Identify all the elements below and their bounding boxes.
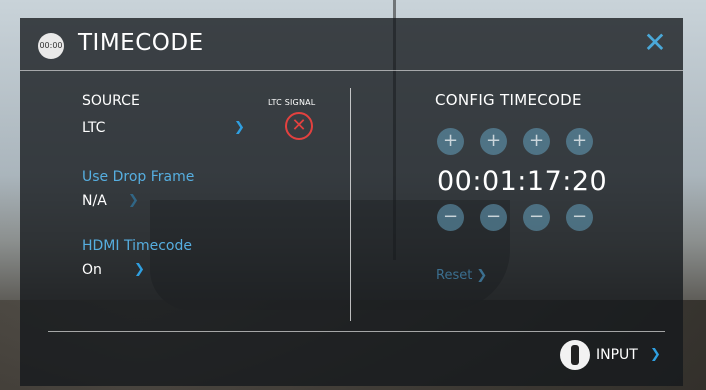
chevron-right-icon: ❯ xyxy=(476,268,488,283)
chevron-right-icon: ❯ xyxy=(650,347,661,362)
ltc-signal-label: LTC SIGNAL xyxy=(268,98,316,107)
reset-button[interactable]: Reset ❯ xyxy=(436,268,487,283)
title-bar: 00:00 TIMECODE ✕ xyxy=(20,18,683,71)
source-label: SOURCE xyxy=(82,93,140,109)
minutes-increment-button[interactable]: + xyxy=(480,128,507,155)
bnc-connector-icon xyxy=(560,340,590,370)
source-value[interactable]: LTC xyxy=(82,120,105,136)
chevron-right-icon[interactable]: ❯ xyxy=(134,262,145,277)
hours-decrement-button[interactable]: − xyxy=(437,204,464,231)
frames-increment-button[interactable]: + xyxy=(566,128,593,155)
hdmi-timecode-label: HDMI Timecode xyxy=(82,238,192,254)
drop-frame-value: N/A xyxy=(82,193,107,209)
timecode-panel: 00:00 TIMECODE ✕ SOURCE LTC ❯ LTC SIGNAL… xyxy=(20,18,683,386)
chevron-right-icon: ❯ xyxy=(128,193,139,208)
drop-frame-label: Use Drop Frame xyxy=(82,169,195,185)
close-icon[interactable]: ✕ xyxy=(642,29,668,57)
hours-increment-button[interactable]: + xyxy=(437,128,464,155)
timecode-display: 00:01:17:20 xyxy=(437,166,608,197)
seconds-decrement-button[interactable]: − xyxy=(523,204,550,231)
input-label: INPUT xyxy=(596,347,638,363)
timecode-icon: 00:00 xyxy=(38,33,64,59)
ltc-signal-error-icon: ✕ xyxy=(285,112,313,140)
frames-decrement-button[interactable]: − xyxy=(566,204,593,231)
footer-divider xyxy=(48,331,665,332)
reset-label: Reset xyxy=(436,268,473,283)
chevron-right-icon[interactable]: ❯ xyxy=(234,120,245,135)
column-divider xyxy=(350,88,351,321)
page-title: TIMECODE xyxy=(78,30,204,56)
hdmi-timecode-value[interactable]: On xyxy=(82,262,102,278)
minutes-decrement-button[interactable]: − xyxy=(480,204,507,231)
seconds-increment-button[interactable]: + xyxy=(523,128,550,155)
config-timecode-title: CONFIG TIMECODE xyxy=(435,91,582,109)
